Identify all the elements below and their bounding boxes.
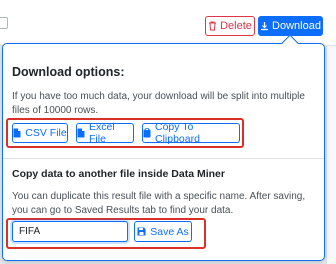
excel-file-button[interactable]: Excel File	[76, 121, 134, 145]
trash-icon	[208, 21, 217, 31]
copy-to-clipboard-label: Copy To Clipboard	[155, 121, 200, 145]
download-button[interactable]: Download	[258, 16, 323, 36]
csv-file-button[interactable]: CSV File	[12, 123, 68, 143]
clipboard-icon	[143, 128, 151, 138]
section-divider	[3, 158, 324, 159]
csv-file-button-label: CSV File	[25, 127, 67, 139]
download-button-label: Download	[272, 20, 321, 32]
excel-file-button-label: Excel File	[89, 121, 115, 145]
copy-to-clipboard-button[interactable]: Copy To Clipboard	[142, 121, 240, 145]
floppy-disk-icon	[137, 227, 146, 236]
save-as-button-label: Save As	[150, 225, 189, 238]
background-scroll-area	[326, 46, 336, 264]
save-as-button[interactable]: Save As	[134, 221, 192, 242]
row-checkbox[interactable]	[0, 17, 8, 29]
file-icon	[13, 128, 21, 138]
copy-section-title: Copy data to another file inside Data Mi…	[12, 168, 225, 180]
copy-section-description: You can duplicate this result file with …	[12, 191, 306, 216]
delete-button-label: Delete	[220, 20, 252, 32]
download-icon	[260, 21, 269, 31]
popover-title: Download options:	[12, 65, 125, 79]
result-name-input[interactable]	[12, 221, 128, 242]
delete-button[interactable]: Delete	[205, 16, 255, 36]
popover-description: If you have too much data, your download…	[12, 91, 305, 116]
file-icon	[77, 128, 85, 138]
